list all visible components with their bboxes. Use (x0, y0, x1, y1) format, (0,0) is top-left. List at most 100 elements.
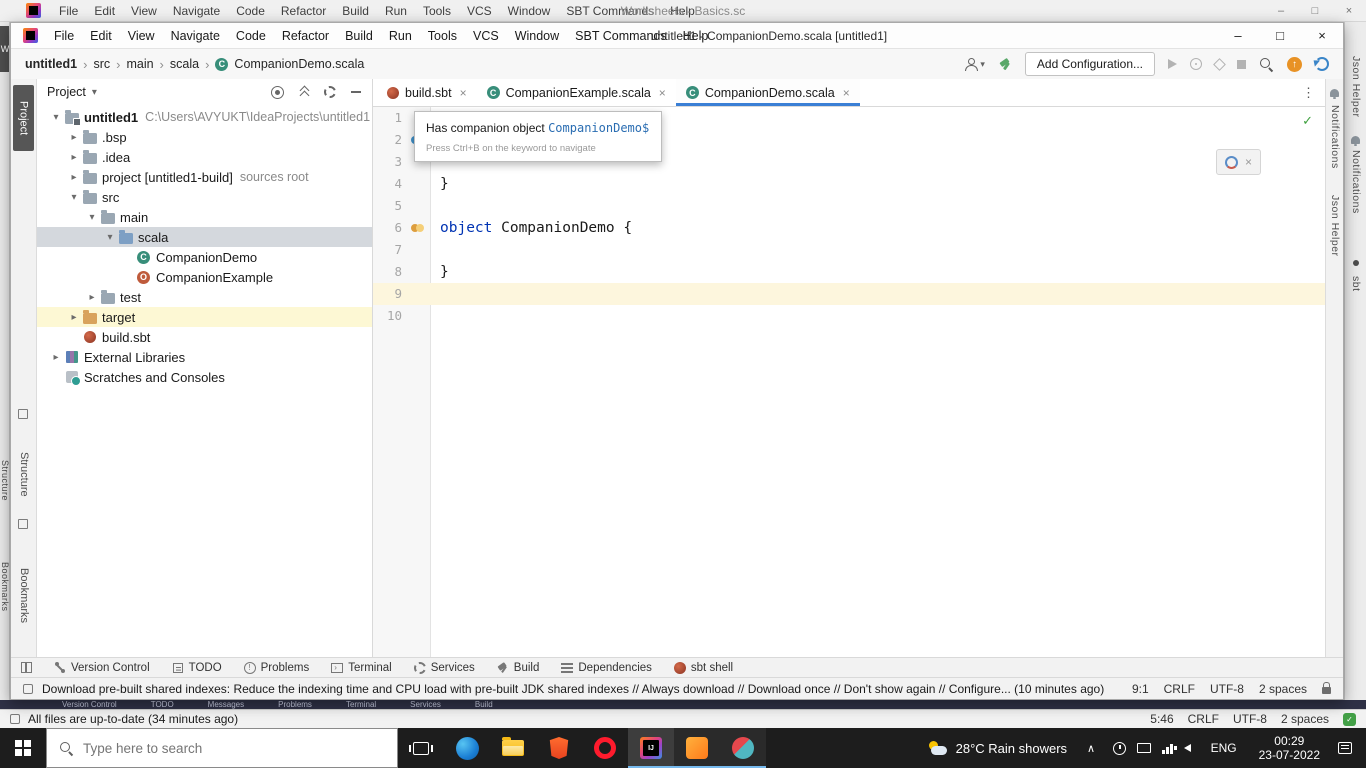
bg-menu-tools[interactable]: Tools (415, 0, 459, 21)
minimize-icon[interactable] (1264, 5, 1298, 17)
toolwindow-build[interactable]: Build (497, 662, 540, 674)
expand-arrow-icon[interactable] (67, 132, 81, 143)
hide-panel-icon[interactable] (350, 86, 362, 98)
tree-item-idea[interactable]: .idea (37, 147, 372, 167)
user-menu[interactable] (964, 58, 985, 71)
menu-refactor[interactable]: Refactor (274, 23, 337, 48)
expand-arrow-icon[interactable] (67, 312, 81, 323)
stop-icon[interactable] (1237, 60, 1246, 69)
menu-help[interactable]: Help (675, 23, 717, 48)
breadcrumb-item-src[interactable]: src (93, 57, 110, 71)
close-icon[interactable] (1245, 155, 1252, 169)
more-tabs-icon[interactable] (1302, 85, 1315, 101)
tree-item-target[interactable]: target (37, 307, 372, 327)
chevron-down-icon[interactable] (92, 87, 97, 98)
toolwindow-version-control[interactable]: Version Control (54, 662, 150, 674)
toolwindows-icon[interactable] (21, 662, 32, 673)
menu-window[interactable]: Window (507, 23, 567, 48)
taskbar-clock[interactable]: 00:29 23-07-2022 (1247, 734, 1332, 762)
toolwindow-services[interactable]: Services (414, 662, 475, 674)
search-input[interactable] (83, 741, 385, 756)
breadcrumb-item-main[interactable]: main (126, 57, 153, 71)
tree-item-main[interactable]: main (37, 207, 372, 227)
background-line-separator[interactable]: CRLF (1188, 712, 1219, 726)
search-everywhere-icon[interactable] (1259, 57, 1274, 72)
coverage-icon[interactable] (1213, 58, 1226, 71)
code-line-5[interactable]: 5 (373, 195, 1325, 217)
maximize-icon[interactable] (1259, 23, 1301, 48)
volume-tray-icon[interactable] (1184, 744, 1191, 752)
bg-menu-vcs[interactable]: VCS (459, 0, 500, 21)
tree-item-untitled1[interactable]: untitled1C:\Users\AVYUKT\IdeaProjects\un… (37, 107, 372, 127)
toolwindow-todo[interactable]: TODO (172, 662, 222, 674)
bell-icon[interactable] (1330, 89, 1339, 97)
display-tray-icon[interactable] (1137, 743, 1151, 753)
menu-code[interactable]: Code (228, 23, 274, 48)
close-tab-icon[interactable] (843, 86, 850, 100)
close-icon[interactable] (1332, 5, 1366, 17)
close-tab-icon[interactable] (659, 86, 666, 100)
code-line-4[interactable]: 4} (373, 173, 1325, 195)
project-panel-title[interactable]: Project (47, 85, 86, 99)
menu-navigate[interactable]: Navigate (163, 23, 228, 48)
toolwindow-problems[interactable]: Problems (244, 662, 310, 674)
bell-icon[interactable] (1351, 136, 1360, 144)
bg-menu-file[interactable]: File (51, 0, 86, 21)
minimize-icon[interactable] (1217, 23, 1259, 48)
update-available-icon[interactable] (1287, 57, 1302, 72)
collapse-all-icon[interactable] (298, 86, 310, 99)
profiler-icon[interactable] (1190, 58, 1202, 70)
breadcrumb-item-companiondemo-scala[interactable]: CompanionDemo.scala (234, 57, 364, 71)
menu-build[interactable]: Build (337, 23, 381, 48)
editor-tab-build-sbt[interactable]: build.sbt (377, 79, 477, 106)
bg-menu-code[interactable]: Code (228, 0, 273, 21)
breadcrumb-item-untitled1[interactable]: untitled1 (25, 57, 77, 71)
code-line-6[interactable]: 6object CompanionDemo { (373, 217, 1325, 239)
orange-app-button[interactable] (674, 728, 720, 768)
tree-item-companionexample[interactable]: CompanionExample (37, 267, 372, 287)
bg-menu-view[interactable]: View (123, 0, 165, 21)
network-tray-icon[interactable] (1162, 743, 1173, 754)
background-encoding[interactable]: UTF-8 (1233, 712, 1267, 726)
menu-edit[interactable]: Edit (82, 23, 120, 48)
bg-menu-navigate[interactable]: Navigate (165, 0, 228, 21)
background-stripe-tab[interactable]: W (0, 26, 10, 72)
status-indicator-icon[interactable] (1343, 713, 1356, 726)
background-json-helper-stripe[interactable]: Json Helper (1350, 56, 1362, 118)
indent-setting[interactable]: 2 spaces (1259, 682, 1307, 696)
project-stripe-tab[interactable]: Project (13, 85, 34, 151)
inspections-ok-icon[interactable] (1302, 113, 1313, 129)
expand-arrow-icon[interactable] (67, 172, 81, 183)
tree-item-test[interactable]: test (37, 287, 372, 307)
bookmarks-stripe-tab[interactable]: Bookmarks (18, 568, 30, 623)
toolwindow-dependencies[interactable]: Dependencies (561, 662, 652, 674)
menu-tools[interactable]: Tools (420, 23, 465, 48)
notification-center-icon[interactable] (1338, 742, 1352, 754)
expand-arrow-icon[interactable] (49, 112, 63, 123)
companion-object-gutter-icon[interactable] (411, 224, 425, 233)
bg-menu-build[interactable]: Build (334, 0, 377, 21)
taskbar-search[interactable] (46, 728, 398, 768)
structure-stripe-tab[interactable]: Structure (18, 452, 30, 497)
background-notifications-stripe[interactable]: Notifications (1350, 150, 1362, 214)
bg-menu-help[interactable]: Help (662, 0, 703, 21)
status-square-icon[interactable] (23, 684, 33, 694)
expand-arrow-icon[interactable] (85, 212, 99, 223)
tree-item-build-sbt[interactable]: build.sbt (37, 327, 372, 347)
start-button[interactable] (0, 728, 46, 768)
json-helper-stripe-tab[interactable]: Json Helper (1329, 195, 1341, 257)
caret-position[interactable]: 9:1 (1132, 682, 1149, 696)
close-tab-icon[interactable] (460, 86, 467, 100)
expand-arrow-icon[interactable] (67, 192, 81, 203)
reload-changes-icon[interactable] (1225, 156, 1238, 169)
intellij-app-button[interactable] (628, 728, 674, 768)
tree-item-companiondemo[interactable]: CompanionDemo (37, 247, 372, 267)
expand-arrow-icon[interactable] (85, 292, 99, 303)
show-hidden-icons-button[interactable] (1079, 742, 1103, 755)
expand-arrow-icon[interactable] (67, 152, 81, 163)
status-message[interactable]: Download pre-built shared indexes: Reduc… (42, 682, 1123, 696)
menu-view[interactable]: View (120, 23, 163, 48)
tooltip-code[interactable]: CompanionDemo$ (548, 121, 649, 135)
opera-app-button[interactable] (582, 728, 628, 768)
clock-tray-icon[interactable] (1113, 742, 1126, 755)
